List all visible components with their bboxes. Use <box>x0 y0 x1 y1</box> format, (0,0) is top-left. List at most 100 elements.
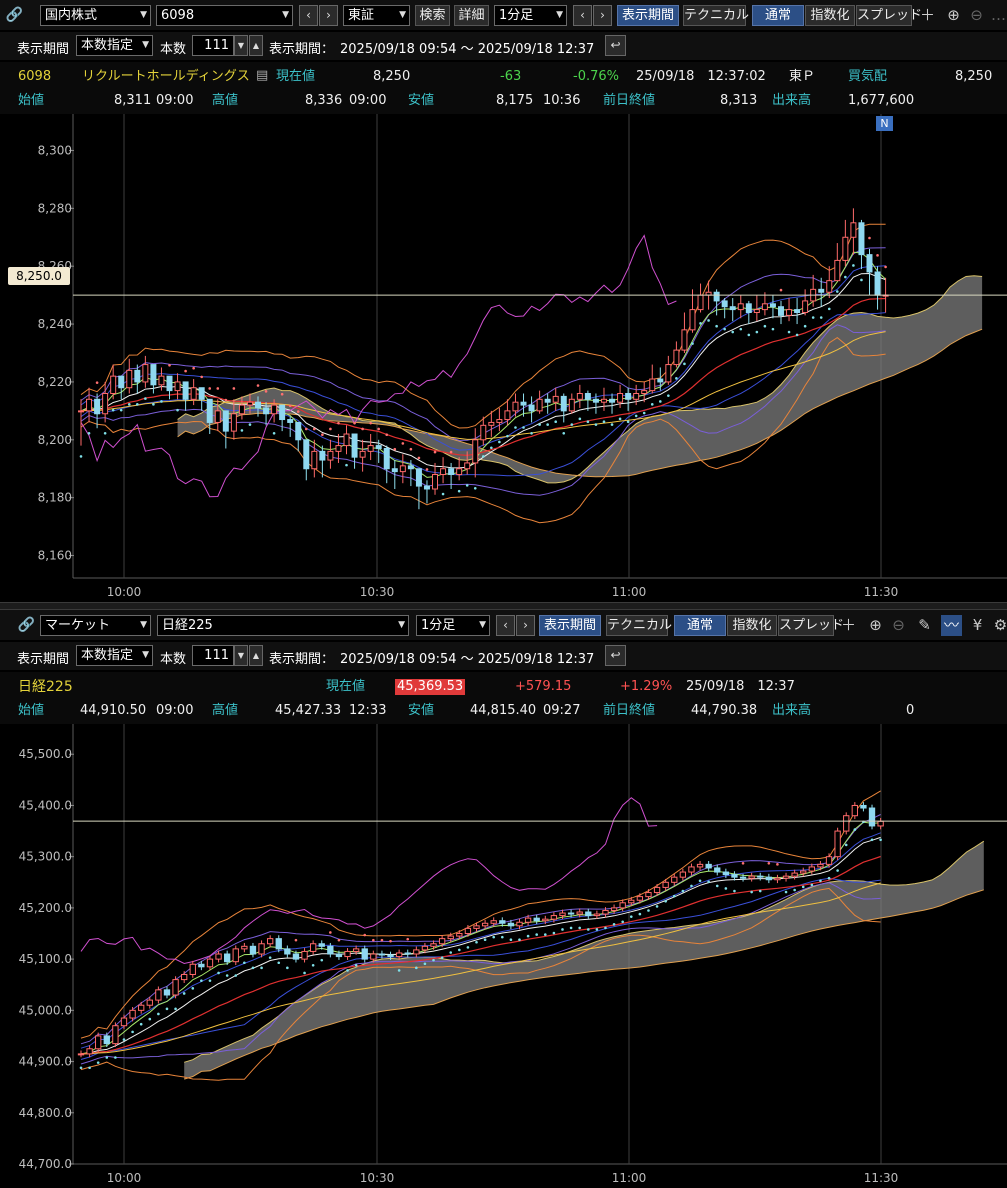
sar-dot <box>538 423 541 426</box>
detail-button[interactable]: 詳細 <box>454 5 489 26</box>
period-button[interactable]: 表示期間 <box>617 5 679 26</box>
interval-select[interactable]: 1分足 ▼ <box>494 5 567 26</box>
interval-select[interactable]: 1分足 ▼ <box>416 615 490 636</box>
period-mode-select[interactable]: 本数指定 ▼ <box>76 35 153 56</box>
candle <box>295 421 302 452</box>
candle <box>610 904 618 914</box>
period-mode-select[interactable]: 本数指定 ▼ <box>76 645 153 666</box>
technical-button[interactable]: テクニカル <box>683 5 749 26</box>
sar-dot <box>723 327 726 331</box>
exchange-select[interactable]: 東証 ▼ <box>343 5 410 26</box>
index-button[interactable]: 指数化 <box>727 615 777 636</box>
candle <box>625 387 632 411</box>
category-select[interactable]: マーケット ▼ <box>40 615 151 636</box>
candle <box>748 872 755 882</box>
candle <box>585 908 592 919</box>
sar-dot <box>294 938 298 942</box>
settings-icon[interactable]: ⚙ <box>990 615 1007 636</box>
sar-dot <box>621 920 624 924</box>
sar-dot <box>361 427 364 431</box>
sar-dot <box>79 1066 83 1070</box>
panel-splitter[interactable] <box>0 602 1007 610</box>
market-select[interactable]: 国内株式 ▼ <box>40 5 151 26</box>
count-up-icon[interactable]: ▲ <box>249 645 263 666</box>
sar-dot <box>363 933 367 937</box>
candle-body <box>610 907 618 911</box>
open-value: 8,311 <box>114 93 152 108</box>
prev-button[interactable]: ‹ <box>299 5 318 26</box>
count-down-icon[interactable]: ▼ <box>234 35 248 56</box>
sar-dot <box>819 316 823 319</box>
y-tick-label: 8,300 <box>38 143 72 157</box>
crosshair-icon[interactable]: ＋ <box>838 615 859 636</box>
more-icon[interactable]: … <box>988 5 1007 26</box>
zoom-out-icon[interactable]: ⊖ <box>966 5 987 26</box>
candle <box>189 960 196 978</box>
count-input[interactable]: 111 <box>192 35 234 56</box>
candle <box>600 387 607 411</box>
candle-body <box>232 948 239 963</box>
candle-body <box>387 954 394 958</box>
candle-body <box>166 375 173 392</box>
next-interval-button[interactable]: › <box>593 5 612 26</box>
spread-button[interactable]: スプレッド <box>856 5 922 26</box>
prev-close-value: 8,313 <box>720 93 758 108</box>
candle <box>834 827 841 861</box>
prev-interval-button[interactable]: ‹ <box>573 5 592 26</box>
candle-body <box>843 815 850 832</box>
chevron-down-icon: ▼ <box>398 620 405 630</box>
search-button[interactable]: 検索 <box>415 5 450 26</box>
sar-dot <box>672 894 676 898</box>
candle <box>287 416 294 437</box>
candle-body <box>633 393 640 400</box>
crosshair-icon[interactable]: ＋ <box>917 5 938 26</box>
yen-icon[interactable]: ¥ <box>967 615 988 636</box>
count-input[interactable]: 111 <box>192 645 234 666</box>
candle-body <box>464 927 472 935</box>
normal-button[interactable]: 通常 <box>674 615 726 636</box>
period-button[interactable]: 表示期間 <box>539 615 601 636</box>
link-icon[interactable]: 🔗 <box>16 615 37 636</box>
reset-icon[interactable]: ↩ <box>605 645 626 666</box>
zoom-out-icon[interactable]: ⊖ <box>888 615 909 636</box>
sar-dot <box>819 879 822 883</box>
sar-dot <box>675 377 678 380</box>
candle-body <box>407 465 414 470</box>
zoom-in-icon[interactable]: ⊕ <box>865 615 886 636</box>
y-tick-label: 8,280 <box>38 201 72 215</box>
open-label: 始値 <box>18 93 45 108</box>
link-icon[interactable]: 🔗 <box>4 5 25 26</box>
candle-body <box>753 309 760 313</box>
prev-interval-button[interactable]: ‹ <box>496 615 515 636</box>
technical-button[interactable]: テクニカル <box>606 615 672 636</box>
sar-dot <box>441 492 445 496</box>
candle <box>679 868 687 881</box>
sar-dot <box>876 254 879 257</box>
reset-icon[interactable]: ↩ <box>605 35 626 56</box>
zoom-in-icon[interactable]: ⊕ <box>943 5 964 26</box>
document-icon[interactable]: ▤ <box>256 68 268 84</box>
sar-dot <box>268 956 272 959</box>
pencil-icon[interactable]: ✎ <box>914 615 935 636</box>
news-badge[interactable]: N <box>876 116 893 131</box>
candle-body <box>383 447 390 470</box>
count-down-icon[interactable]: ▼ <box>234 645 248 666</box>
stock-price-chart[interactable]: 10:0010:3011:0011:308,3008,2808,2608,240… <box>0 114 1007 602</box>
spread-button[interactable]: スプレッド <box>778 615 844 636</box>
next-interval-button[interactable]: › <box>516 615 535 636</box>
trend-icon[interactable]: 〰 <box>941 615 962 636</box>
normal-button[interactable]: 通常 <box>752 5 804 26</box>
next-button[interactable]: › <box>319 5 338 26</box>
count-up-icon[interactable]: ▲ <box>249 35 263 56</box>
candle <box>697 283 704 313</box>
candle-body <box>769 303 776 308</box>
index-button[interactable]: 指数化 <box>805 5 855 26</box>
candle-body <box>777 306 784 316</box>
sar-dot <box>827 307 831 311</box>
index-select[interactable]: 日経225 ▼ <box>157 615 409 636</box>
code-input[interactable]: 6098 ▼ <box>156 5 293 26</box>
index-price-chart[interactable]: 10:00 10:30 11:00 11:30 45,500.0 45,400.0 45,3… <box>0 724 1007 1188</box>
sar-dot <box>160 400 163 403</box>
candle-body <box>352 948 360 952</box>
bid-value: 8,250 <box>955 69 993 84</box>
